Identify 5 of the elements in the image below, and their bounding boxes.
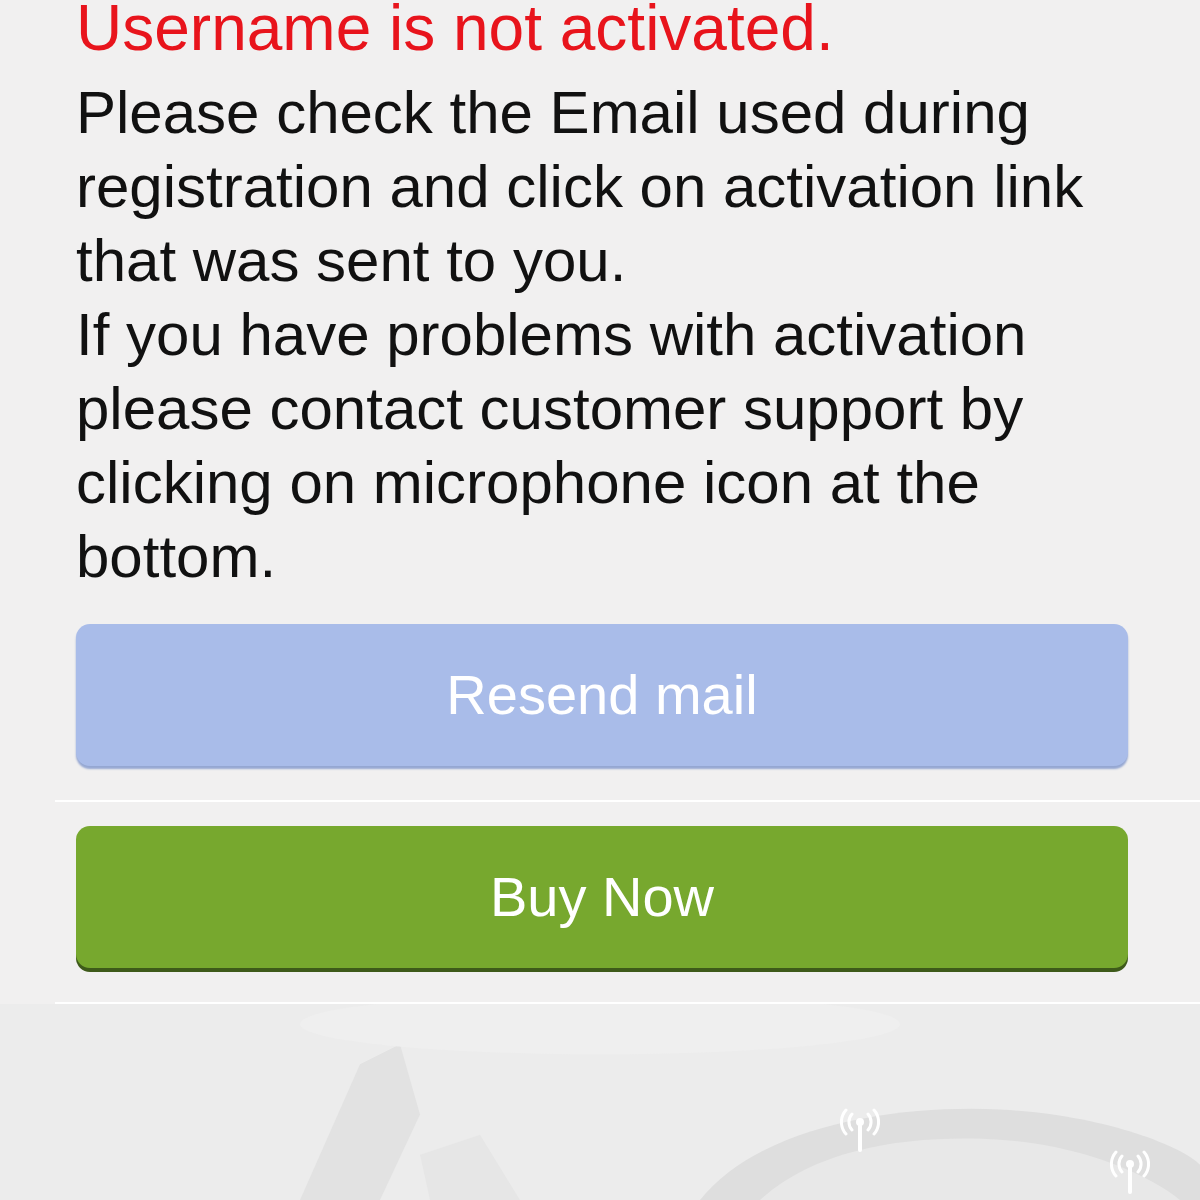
- antenna-icon: [840, 1108, 880, 1152]
- message-paragraph: If you have problems with activation please contact customer support by clicking on microphone icon at the bottom.: [76, 300, 1028, 592]
- error-title: Username is not activated.: [76, 0, 835, 60]
- message-paragraph: Please check the Email used during registration and click on activation link that was sent to you.: [76, 78, 1085, 296]
- antenna-icon: [1110, 1150, 1150, 1194]
